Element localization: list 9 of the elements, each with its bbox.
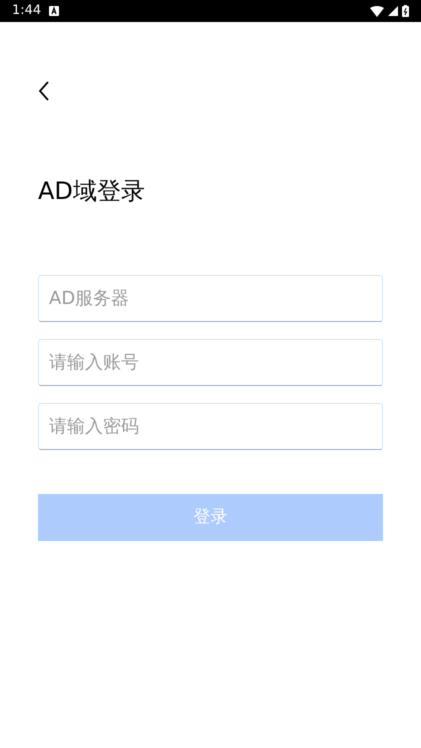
input-field[interactable]: 请输入账号 — [38, 339, 383, 386]
input-field[interactable]: AD服务器 — [38, 275, 383, 322]
battery-icon — [402, 5, 409, 17]
input-field[interactable]: 请输入密码 — [38, 403, 383, 450]
notification-icon — [49, 6, 60, 16]
wifi-icon — [370, 6, 384, 16]
page-title: AD域登录 — [38, 176, 146, 207]
status-time: 1:44 — [12, 2, 42, 20]
signal-icon — [388, 6, 398, 16]
